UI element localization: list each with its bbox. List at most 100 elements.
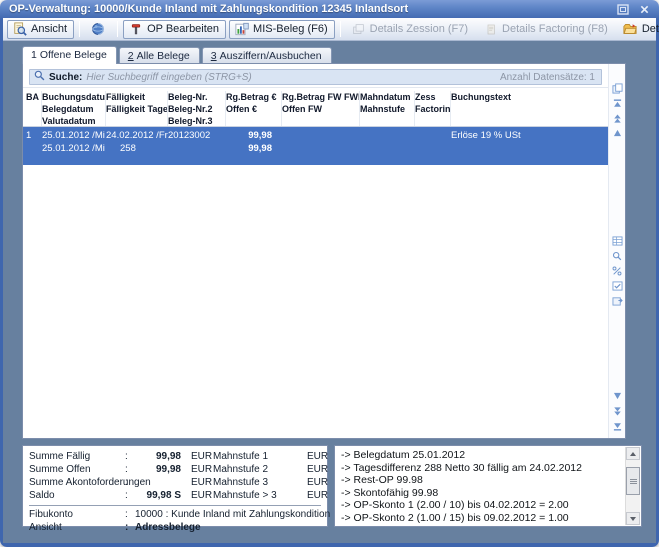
close-icon[interactable]: [636, 3, 652, 16]
restore-icon[interactable]: [615, 3, 631, 16]
zoom-icon[interactable]: [611, 250, 624, 262]
bottom-panels: Summe Fällig : 99,98 EUR Mahnstufe 1 EUR…: [22, 445, 642, 527]
preview-button[interactable]: [85, 20, 112, 39]
details-scrollbar[interactable]: [625, 447, 640, 525]
checklist-icon[interactable]: [611, 280, 624, 292]
toolbar-separator: [117, 21, 118, 37]
grid-empty-area: [23, 165, 608, 438]
search-icon: [34, 70, 45, 84]
factoring-document-icon: [483, 22, 498, 37]
column-header-ba[interactable]: BA: [26, 91, 42, 126]
ansicht-button[interactable]: Ansicht: [7, 20, 74, 39]
scrollbar-down-icon[interactable]: [626, 512, 640, 525]
app-window: OP-Verwaltung: 10000/Kunde Inland mit Za…: [0, 0, 659, 547]
zession-windows-icon: [351, 22, 366, 37]
grid-view-icon[interactable]: [611, 235, 624, 247]
cell-betrag: 99,9899,98: [226, 129, 282, 165]
mahnstufe-label: Mahnstufe 1: [213, 450, 307, 463]
op-bearbeiten-label: OP Bearbeiten: [147, 23, 219, 35]
op-detail-line: -> Tagesdifferenz 288 Netto 30 fällig am…: [341, 462, 621, 475]
details-button[interactable]: Details (F9): [618, 20, 659, 39]
title-bar: OP-Verwaltung: 10000/Kunde Inland mit Za…: [3, 0, 656, 18]
window-controls: [615, 3, 652, 16]
details-factoring-label: Details Factoring (F8): [502, 23, 608, 35]
mahnstufe-label: Mahnstufe 3: [213, 476, 307, 489]
column-header-rg-betrag[interactable]: Rg.Betrag €Offen €: [226, 91, 282, 126]
bar-chart-icon: [234, 22, 249, 37]
percent-icon[interactable]: [611, 265, 624, 277]
tab-strip: 1Offene Belege 2Alle Belege 3Ausziffern/…: [22, 45, 642, 63]
ansicht-label: Ansicht: [31, 23, 67, 35]
toolbar-separator: [79, 21, 80, 37]
summary-value: 99,98: [135, 450, 183, 463]
grid-side-toolbar: [608, 64, 625, 438]
cell-dates: 25.01.2012 /Mi25.01.2012 /Mi: [42, 129, 106, 165]
summary-divider: [29, 505, 321, 506]
scroll-down-icon[interactable]: [611, 390, 624, 402]
fibukonto-value: 10000 : Kunde Inland mit Zahlungskonditi…: [135, 508, 330, 521]
ansicht-row-value: Adressbelege: [135, 521, 330, 534]
cell-faelligkeit: 24.02.2012 /Fr258: [106, 129, 168, 165]
scroll-up-fast-icon[interactable]: [611, 112, 624, 124]
op-bearbeiten-button[interactable]: OP Bearbeiten: [123, 20, 226, 39]
column-header-beleg-nr[interactable]: Beleg-Nr.Beleg-Nr.2Beleg-Nr.3: [168, 91, 226, 126]
mis-beleg-label: MIS-Beleg (F6): [253, 23, 328, 35]
summary-label: Saldo: [29, 489, 125, 502]
scroll-up-icon[interactable]: [611, 127, 624, 139]
tab-ausziffern-ausbuchen[interactable]: 3Ausziffern/Ausbuchen: [202, 47, 332, 63]
column-header-buchungstext[interactable]: Buchungstext: [451, 91, 608, 126]
search-label: Suche:: [49, 72, 82, 83]
op-detail-line: -> OP-Skonto 1 (2.00 / 10) bis 04.02.201…: [341, 499, 621, 512]
mis-beleg-button[interactable]: MIS-Beleg (F6): [229, 20, 335, 39]
cell-betrag-fw: [282, 129, 360, 165]
summary-value: [135, 476, 183, 489]
copy-icon[interactable]: [611, 82, 624, 94]
ansicht-row-label: Ansicht: [29, 521, 125, 534]
scroll-down-fast-icon[interactable]: [611, 405, 624, 417]
scroll-bottom-icon[interactable]: [611, 420, 624, 432]
fibukonto-label: Fibukonto: [29, 508, 125, 521]
tab-alle-belege[interactable]: 2Alle Belege: [119, 47, 200, 63]
table-row-selected[interactable]: 1 25.01.2012 /Mi25.01.2012 /Mi 24.02.201…: [23, 127, 608, 165]
summary-label: Summe Offen: [29, 463, 125, 476]
column-header-faelligkeit[interactable]: FälligkeitFälligkeit Tage: [106, 91, 168, 126]
details-zession-button: Details Zession (F7): [346, 20, 475, 39]
view-magnifier-icon: [12, 22, 27, 37]
summary-value: 99,98: [135, 463, 183, 476]
search-input[interactable]: [86, 71, 496, 84]
scroll-top-icon[interactable]: [611, 97, 624, 109]
grid-header: BA BuchungsdatumBelegdatumValutadatum Fä…: [23, 87, 608, 127]
mahnstufe-label: Mahnstufe > 3: [213, 489, 307, 502]
scrollbar-thumb[interactable]: [626, 467, 640, 495]
details-folder-icon: [623, 22, 638, 37]
op-detail-line: -> OP-Skonto 2 (1.00 / 15) bis 09.02.201…: [341, 512, 621, 525]
grid-panel: Suche: Anzahl Datensätze: 1 BA Buchungsd…: [22, 63, 626, 439]
summary-label: Summe Akontoforderungen: [29, 476, 125, 489]
details-label: Details (F9): [642, 23, 659, 35]
record-count: Anzahl Datensätze: 1: [500, 72, 595, 83]
details-zession-label: Details Zession (F7): [370, 23, 468, 35]
op-detail-line: -> Belegdatum 25.01.2012: [341, 449, 621, 462]
column-header-buchungsdatum[interactable]: BuchungsdatumBelegdatumValutadatum: [42, 91, 106, 126]
mahnstufe-label: Mahnstufe 2: [213, 463, 307, 476]
workspace: 1Offene Belege 2Alle Belege 3Ausziffern/…: [3, 41, 656, 543]
table-area: Suche: Anzahl Datensätze: 1 BA Buchungsd…: [23, 64, 608, 438]
toolbar: Ansicht OP Bearbeiten MIS-Beleg (F6): [3, 18, 656, 41]
op-details-panel: -> Belegdatum 25.01.2012 -> Tagesdiffere…: [334, 445, 642, 527]
column-header-zess[interactable]: ZessFactoring: [415, 91, 451, 126]
scrollbar-up-icon[interactable]: [626, 447, 640, 460]
window-title: OP-Verwaltung: 10000/Kunde Inland mit Za…: [9, 3, 615, 15]
cell-beleg-nr: 20123002: [168, 129, 226, 165]
column-header-mahndatum[interactable]: MahndatumMahnstufe: [360, 91, 415, 126]
summary-value: 99,98 S: [135, 489, 183, 502]
search-bar: Suche: Anzahl Datensätze: 1: [29, 69, 602, 85]
details-factoring-button: Details Factoring (F8): [478, 20, 615, 39]
cell-mahndatum: [360, 129, 415, 165]
toolbar-separator: [340, 21, 341, 37]
tab-offene-belege[interactable]: 1Offene Belege: [22, 46, 117, 64]
column-header-rg-betrag-fw[interactable]: Rg.Betrag FW FWEOffen FW: [282, 91, 360, 126]
summary-label: Summe Fällig: [29, 450, 125, 463]
export-window-icon[interactable]: [611, 295, 624, 307]
cell-buchungstext: Erlöse 19 % USt: [451, 129, 608, 165]
op-detail-line: -> Skontofähig 99.98: [341, 487, 621, 500]
